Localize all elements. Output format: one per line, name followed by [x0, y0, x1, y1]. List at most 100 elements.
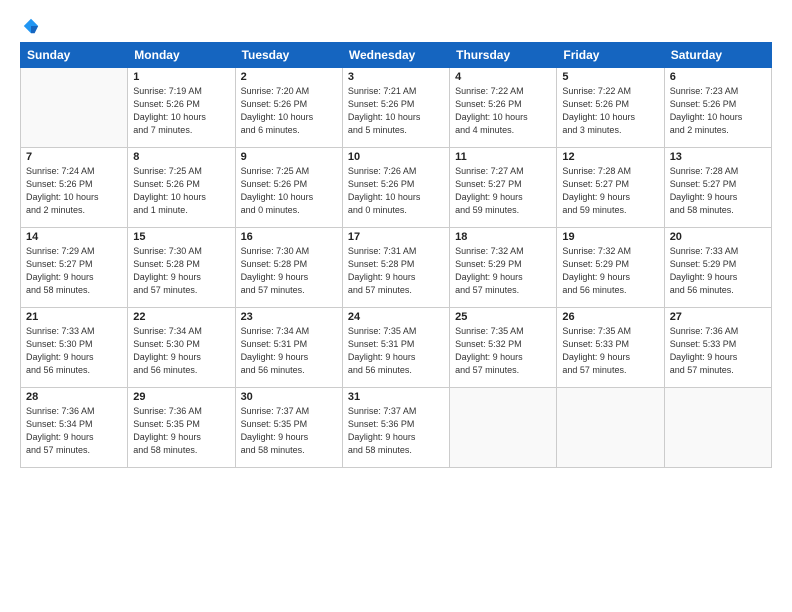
logo-icon [22, 17, 40, 35]
calendar-cell: 14 Sunrise: 7:29 AMSunset: 5:27 PMDayligh… [21, 228, 128, 308]
day-info: Sunrise: 7:36 AMSunset: 5:34 PMDaylight:… [26, 405, 122, 457]
day-info: Sunrise: 7:28 AMSunset: 5:27 PMDaylight:… [670, 165, 766, 217]
day-number: 5 [562, 71, 658, 83]
day-info: Sunrise: 7:26 AMSunset: 5:26 PMDaylight:… [348, 165, 444, 217]
day-info: Sunrise: 7:28 AMSunset: 5:27 PMDaylight:… [562, 165, 658, 217]
day-number: 16 [241, 231, 337, 243]
calendar-cell: 8 Sunrise: 7:25 AMSunset: 5:26 PMDaylight… [128, 148, 235, 228]
day-info: Sunrise: 7:34 AMSunset: 5:30 PMDaylight:… [133, 325, 229, 377]
day-info: Sunrise: 7:24 AMSunset: 5:26 PMDaylight:… [26, 165, 122, 217]
calendar-cell: 23 Sunrise: 7:34 AMSunset: 5:31 PMDayligh… [235, 308, 342, 388]
day-number: 20 [670, 231, 766, 243]
day-number: 19 [562, 231, 658, 243]
day-number: 25 [455, 311, 551, 323]
day-info: Sunrise: 7:30 AMSunset: 5:28 PMDaylight:… [133, 245, 229, 297]
day-number: 12 [562, 151, 658, 163]
day-number: 23 [241, 311, 337, 323]
day-number: 3 [348, 71, 444, 83]
calendar-cell: 22 Sunrise: 7:34 AMSunset: 5:30 PMDayligh… [128, 308, 235, 388]
day-info: Sunrise: 7:37 AMSunset: 5:35 PMDaylight:… [241, 405, 337, 457]
day-number: 9 [241, 151, 337, 163]
day-number: 31 [348, 391, 444, 403]
calendar-cell: 5 Sunrise: 7:22 AMSunset: 5:26 PMDaylight… [557, 68, 664, 148]
calendar-cell: 7 Sunrise: 7:24 AMSunset: 5:26 PMDaylight… [21, 148, 128, 228]
day-number: 8 [133, 151, 229, 163]
day-info: Sunrise: 7:25 AMSunset: 5:26 PMDaylight:… [133, 165, 229, 217]
day-number: 28 [26, 391, 122, 403]
day-info: Sunrise: 7:35 AMSunset: 5:32 PMDaylight:… [455, 325, 551, 377]
calendar-cell: 20 Sunrise: 7:33 AMSunset: 5:29 PMDayligh… [664, 228, 771, 308]
day-number: 4 [455, 71, 551, 83]
day-info: Sunrise: 7:37 AMSunset: 5:36 PMDaylight:… [348, 405, 444, 457]
calendar-cell: 1Sunrise: 7:19 AMSunset: 5:26 PMDaylight… [128, 68, 235, 148]
calendar-header-row: SundayMondayTuesdayWednesdayThursdayFrid… [21, 43, 772, 68]
day-info: Sunrise: 7:32 AMSunset: 5:29 PMDaylight:… [562, 245, 658, 297]
day-number: 6 [670, 71, 766, 83]
day-info: Sunrise: 7:22 AMSunset: 5:26 PMDaylight:… [562, 85, 658, 137]
weekday-header-friday: Friday [557, 43, 664, 68]
day-info: Sunrise: 7:36 AMSunset: 5:33 PMDaylight:… [670, 325, 766, 377]
calendar-cell: 18Sunrise: 7:32 AMSunset: 5:29 PMDayligh… [450, 228, 557, 308]
calendar-week-row: 14 Sunrise: 7:29 AMSunset: 5:27 PMDayligh… [21, 228, 772, 308]
day-number: 7 [26, 151, 122, 163]
calendar-cell: 9 Sunrise: 7:25 AMSunset: 5:26 PMDaylight… [235, 148, 342, 228]
calendar-cell: 15 Sunrise: 7:30 AMSunset: 5:28 PMDayligh… [128, 228, 235, 308]
day-info: Sunrise: 7:31 AMSunset: 5:28 PMDaylight:… [348, 245, 444, 297]
day-number: 11 [455, 151, 551, 163]
calendar-cell: 29Sunrise: 7:36 AMSunset: 5:35 PMDayligh… [128, 388, 235, 468]
weekday-header-thursday: Thursday [450, 43, 557, 68]
calendar-cell: 10 Sunrise: 7:26 AMSunset: 5:26 PMDayligh… [342, 148, 449, 228]
weekday-header-saturday: Saturday [664, 43, 771, 68]
calendar-cell: 17 Sunrise: 7:31 AMSunset: 5:28 PMDayligh… [342, 228, 449, 308]
weekday-header-monday: Monday [128, 43, 235, 68]
logo [20, 18, 42, 36]
day-number: 10 [348, 151, 444, 163]
day-info: Sunrise: 7:30 AMSunset: 5:28 PMDaylight:… [241, 245, 337, 297]
calendar-cell: 4 Sunrise: 7:22 AMSunset: 5:26 PMDaylight… [450, 68, 557, 148]
weekday-header-sunday: Sunday [21, 43, 128, 68]
calendar-week-row: 28 Sunrise: 7:36 AMSunset: 5:34 PMDayligh… [21, 388, 772, 468]
day-number: 26 [562, 311, 658, 323]
calendar-cell: 11 Sunrise: 7:27 AMSunset: 5:27 PMDayligh… [450, 148, 557, 228]
calendar-cell [557, 388, 664, 468]
day-number: 29 [133, 391, 229, 403]
day-number: 17 [348, 231, 444, 243]
calendar-cell: 24Sunrise: 7:35 AMSunset: 5:31 PMDayligh… [342, 308, 449, 388]
day-number: 2 [241, 71, 337, 83]
day-number: 21 [26, 311, 122, 323]
calendar-cell: 27 Sunrise: 7:36 AMSunset: 5:33 PMDayligh… [664, 308, 771, 388]
calendar-cell: 26 Sunrise: 7:35 AMSunset: 5:33 PMDayligh… [557, 308, 664, 388]
calendar-week-row: 21Sunrise: 7:33 AMSunset: 5:30 PMDayligh… [21, 308, 772, 388]
day-info: Sunrise: 7:34 AMSunset: 5:31 PMDaylight:… [241, 325, 337, 377]
day-number: 24 [348, 311, 444, 323]
calendar-cell: 19 Sunrise: 7:32 AMSunset: 5:29 PMDayligh… [557, 228, 664, 308]
calendar-cell [21, 68, 128, 148]
day-info: Sunrise: 7:29 AMSunset: 5:27 PMDaylight:… [26, 245, 122, 297]
day-info: Sunrise: 7:35 AMSunset: 5:33 PMDaylight:… [562, 325, 658, 377]
day-info: Sunrise: 7:22 AMSunset: 5:26 PMDaylight:… [455, 85, 551, 137]
day-number: 22 [133, 311, 229, 323]
day-number: 13 [670, 151, 766, 163]
day-info: Sunrise: 7:21 AMSunset: 5:26 PMDaylight:… [348, 85, 444, 137]
day-number: 27 [670, 311, 766, 323]
day-number: 15 [133, 231, 229, 243]
day-info: Sunrise: 7:20 AMSunset: 5:26 PMDaylight:… [241, 85, 337, 137]
day-info: Sunrise: 7:27 AMSunset: 5:27 PMDaylight:… [455, 165, 551, 217]
calendar-cell: 2 Sunrise: 7:20 AMSunset: 5:26 PMDaylight… [235, 68, 342, 148]
page-header [20, 18, 772, 36]
calendar-week-row: 1Sunrise: 7:19 AMSunset: 5:26 PMDaylight… [21, 68, 772, 148]
calendar-cell: 12 Sunrise: 7:28 AMSunset: 5:27 PMDayligh… [557, 148, 664, 228]
day-info: Sunrise: 7:33 AMSunset: 5:29 PMDaylight:… [670, 245, 766, 297]
calendar-cell: 25 Sunrise: 7:35 AMSunset: 5:32 PMDayligh… [450, 308, 557, 388]
day-info: Sunrise: 7:25 AMSunset: 5:26 PMDaylight:… [241, 165, 337, 217]
calendar-cell [450, 388, 557, 468]
day-number: 30 [241, 391, 337, 403]
day-number: 18 [455, 231, 551, 243]
day-number: 14 [26, 231, 122, 243]
day-number: 1 [133, 71, 229, 83]
calendar-cell: 30 Sunrise: 7:37 AMSunset: 5:35 PMDayligh… [235, 388, 342, 468]
calendar-cell: 6Sunrise: 7:23 AMSunset: 5:26 PMDaylight… [664, 68, 771, 148]
calendar-table: SundayMondayTuesdayWednesdayThursdayFrid… [20, 42, 772, 468]
calendar-cell: 13 Sunrise: 7:28 AMSunset: 5:27 PMDayligh… [664, 148, 771, 228]
weekday-header-wednesday: Wednesday [342, 43, 449, 68]
